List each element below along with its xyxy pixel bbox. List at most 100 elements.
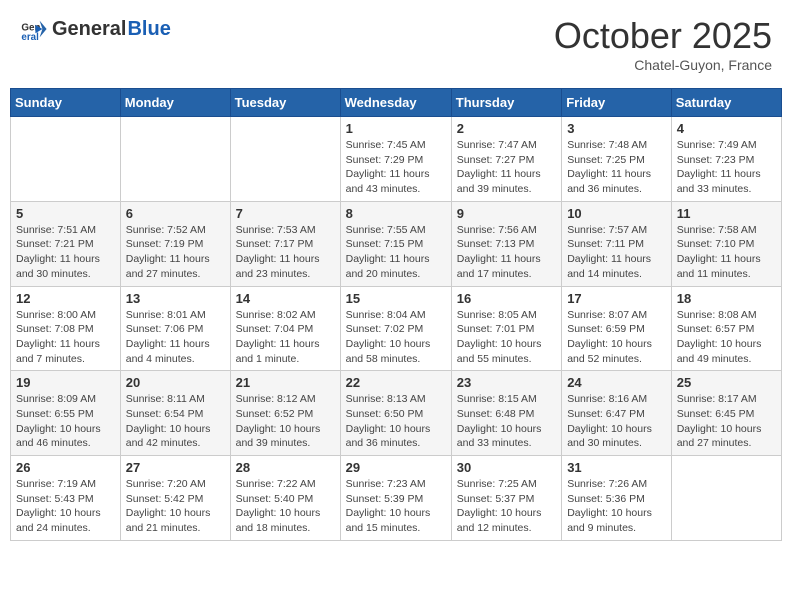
calendar-cell: 17Sunrise: 8:07 AM Sunset: 6:59 PM Dayli…	[562, 286, 672, 371]
week-row-4: 19Sunrise: 8:09 AM Sunset: 6:55 PM Dayli…	[11, 371, 782, 456]
calendar-cell: 19Sunrise: 8:09 AM Sunset: 6:55 PM Dayli…	[11, 371, 121, 456]
day-number: 8	[346, 206, 446, 221]
calendar-table: Sunday Monday Tuesday Wednesday Thursday…	[10, 88, 782, 541]
header-saturday: Saturday	[671, 89, 781, 117]
calendar-header-row: Sunday Monday Tuesday Wednesday Thursday…	[11, 89, 782, 117]
day-number: 14	[236, 291, 335, 306]
day-info: Sunrise: 7:55 AM Sunset: 7:15 PM Dayligh…	[346, 223, 446, 282]
header-sunday: Sunday	[11, 89, 121, 117]
calendar-cell: 27Sunrise: 7:20 AM Sunset: 5:42 PM Dayli…	[120, 456, 230, 541]
day-info: Sunrise: 8:00 AM Sunset: 7:08 PM Dayligh…	[16, 308, 115, 367]
day-info: Sunrise: 7:57 AM Sunset: 7:11 PM Dayligh…	[567, 223, 666, 282]
day-number: 6	[126, 206, 225, 221]
calendar-cell: 11 Sunrise: 7:58 AM Sunset: 7:10 PM Dayli…	[671, 201, 781, 286]
day-info: Sunrise: 7:49 AM Sunset: 7:23 PM Dayligh…	[677, 138, 776, 197]
calendar-cell: 30 Sunrise: 7:25 AM Sunset: 5:37 PM Dayli…	[451, 456, 561, 541]
day-info: Sunrise: 7:51 AM Sunset: 7:21 PM Dayligh…	[16, 223, 115, 282]
calendar-cell: 8 Sunrise: 7:55 AM Sunset: 7:15 PM Daylig…	[340, 201, 451, 286]
day-info: Sunrise: 7:22 AM Sunset: 5:40 PM Dayligh…	[236, 477, 335, 536]
day-number: 3	[567, 121, 666, 136]
calendar-cell: 31 Sunrise: 7:26 AM Sunset: 5:36 PM Dayli…	[562, 456, 672, 541]
header-tuesday: Tuesday	[230, 89, 340, 117]
calendar-cell: 28 Sunrise: 7:22 AM Sunset: 5:40 PM Dayli…	[230, 456, 340, 541]
day-info: Sunrise: 8:02 AM Sunset: 7:04 PM Dayligh…	[236, 308, 335, 367]
page-header: Gen eral General Blue October 2025 Chate…	[10, 10, 782, 78]
day-info: Sunrise: 8:13 AM Sunset: 6:50 PM Dayligh…	[346, 392, 446, 451]
day-info: Sunrise: 8:12 AM Sunset: 6:52 PM Dayligh…	[236, 392, 335, 451]
day-number: 13	[126, 291, 225, 306]
calendar-cell: 18 Sunrise: 8:08 AM Sunset: 6:57 PM Dayli…	[671, 286, 781, 371]
day-number: 11	[677, 206, 776, 221]
calendar-cell: 3 Sunrise: 7:48 AM Sunset: 7:25 PM Daylig…	[562, 117, 672, 202]
day-info: Sunrise: 7:26 AM Sunset: 5:36 PM Dayligh…	[567, 477, 666, 536]
day-number: 26	[16, 460, 115, 475]
day-number: 23	[457, 375, 556, 390]
logo-blue-text: Blue	[127, 18, 170, 41]
day-number: 22	[346, 375, 446, 390]
week-row-1: 1Sunrise: 7:45 AM Sunset: 7:29 PM Daylig…	[11, 117, 782, 202]
day-number: 24	[567, 375, 666, 390]
calendar-cell	[671, 456, 781, 541]
day-info: Sunrise: 7:47 AM Sunset: 7:27 PM Dayligh…	[457, 138, 556, 197]
calendar-cell: 21 Sunrise: 8:12 AM Sunset: 6:52 PM Dayli…	[230, 371, 340, 456]
calendar-cell: 9 Sunrise: 7:56 AM Sunset: 7:13 PM Daylig…	[451, 201, 561, 286]
day-number: 16	[457, 291, 556, 306]
calendar-cell: 15 Sunrise: 8:04 AM Sunset: 7:02 PM Dayli…	[340, 286, 451, 371]
day-number: 4	[677, 121, 776, 136]
day-info: Sunrise: 7:58 AM Sunset: 7:10 PM Dayligh…	[677, 223, 776, 282]
day-number: 20	[126, 375, 225, 390]
calendar-cell	[120, 117, 230, 202]
calendar-cell: 13 Sunrise: 8:01 AM Sunset: 7:06 PM Dayli…	[120, 286, 230, 371]
day-number: 9	[457, 206, 556, 221]
calendar-cell: 22 Sunrise: 8:13 AM Sunset: 6:50 PM Dayli…	[340, 371, 451, 456]
day-info: Sunrise: 7:25 AM Sunset: 5:37 PM Dayligh…	[457, 477, 556, 536]
calendar-cell: 12 Sunrise: 8:00 AM Sunset: 7:08 PM Dayli…	[11, 286, 121, 371]
day-number: 31	[567, 460, 666, 475]
day-number: 17	[567, 291, 666, 306]
day-info: Sunrise: 7:45 AM Sunset: 7:29 PM Dayligh…	[346, 138, 446, 197]
calendar-cell	[230, 117, 340, 202]
day-number: 18	[677, 291, 776, 306]
day-info: Sunrise: 7:56 AM Sunset: 7:13 PM Dayligh…	[457, 223, 556, 282]
day-number: 15	[346, 291, 446, 306]
day-info: Sunrise: 8:04 AM Sunset: 7:02 PM Dayligh…	[346, 308, 446, 367]
logo: Gen eral General Blue	[20, 15, 171, 43]
location-subtitle: Chatel-Guyon, France	[554, 57, 772, 73]
calendar-cell	[11, 117, 121, 202]
day-number: 12	[16, 291, 115, 306]
calendar-cell: 26 Sunrise: 7:19 AM Sunset: 5:43 PM Dayli…	[11, 456, 121, 541]
day-number: 2	[457, 121, 556, 136]
logo-icon: Gen eral	[20, 15, 48, 43]
calendar-cell: 23Sunrise: 8:15 AM Sunset: 6:48 PM Dayli…	[451, 371, 561, 456]
calendar-cell: 29Sunrise: 7:23 AM Sunset: 5:39 PM Dayli…	[340, 456, 451, 541]
svg-text:eral: eral	[21, 32, 39, 43]
day-info: Sunrise: 7:52 AM Sunset: 7:19 PM Dayligh…	[126, 223, 225, 282]
day-number: 30	[457, 460, 556, 475]
day-info: Sunrise: 7:48 AM Sunset: 7:25 PM Dayligh…	[567, 138, 666, 197]
day-info: Sunrise: 8:08 AM Sunset: 6:57 PM Dayligh…	[677, 308, 776, 367]
calendar-cell: 4 Sunrise: 7:49 AM Sunset: 7:23 PM Daylig…	[671, 117, 781, 202]
header-friday: Friday	[562, 89, 672, 117]
calendar-cell: 5Sunrise: 7:51 AM Sunset: 7:21 PM Daylig…	[11, 201, 121, 286]
day-number: 29	[346, 460, 446, 475]
day-info: Sunrise: 8:11 AM Sunset: 6:54 PM Dayligh…	[126, 392, 225, 451]
calendar-cell: 10Sunrise: 7:57 AM Sunset: 7:11 PM Dayli…	[562, 201, 672, 286]
day-number: 28	[236, 460, 335, 475]
header-wednesday: Wednesday	[340, 89, 451, 117]
day-number: 25	[677, 375, 776, 390]
month-title: October 2025	[554, 15, 772, 57]
calendar-cell: 7 Sunrise: 7:53 AM Sunset: 7:17 PM Daylig…	[230, 201, 340, 286]
day-info: Sunrise: 7:20 AM Sunset: 5:42 PM Dayligh…	[126, 477, 225, 536]
calendar-cell: 25Sunrise: 8:17 AM Sunset: 6:45 PM Dayli…	[671, 371, 781, 456]
day-info: Sunrise: 7:53 AM Sunset: 7:17 PM Dayligh…	[236, 223, 335, 282]
day-number: 19	[16, 375, 115, 390]
calendar-cell: 24 Sunrise: 8:16 AM Sunset: 6:47 PM Dayli…	[562, 371, 672, 456]
calendar-cell: 20 Sunrise: 8:11 AM Sunset: 6:54 PM Dayli…	[120, 371, 230, 456]
week-row-5: 26 Sunrise: 7:19 AM Sunset: 5:43 PM Dayli…	[11, 456, 782, 541]
day-number: 21	[236, 375, 335, 390]
calendar-cell: 14 Sunrise: 8:02 AM Sunset: 7:04 PM Dayli…	[230, 286, 340, 371]
day-info: Sunrise: 8:16 AM Sunset: 6:47 PM Dayligh…	[567, 392, 666, 451]
day-number: 7	[236, 206, 335, 221]
day-info: Sunrise: 8:01 AM Sunset: 7:06 PM Dayligh…	[126, 308, 225, 367]
day-info: Sunrise: 7:19 AM Sunset: 5:43 PM Dayligh…	[16, 477, 115, 536]
